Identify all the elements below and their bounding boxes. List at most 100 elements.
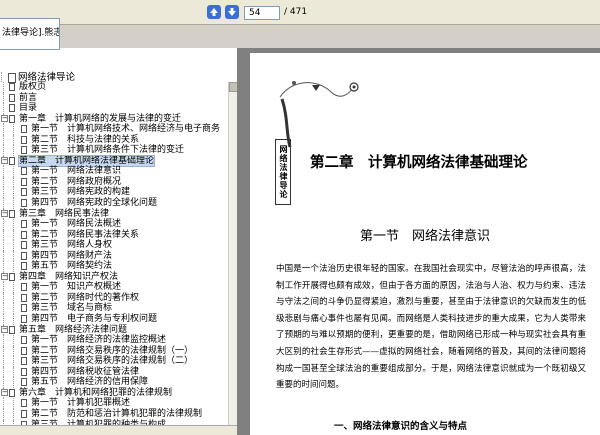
tree-section-item[interactable]: 第五节 网络经济的信用保障 [0, 377, 228, 388]
bookmark-icon [21, 251, 27, 260]
tree-line-icon [3, 261, 5, 272]
scroll-thumb[interactable] [229, 82, 237, 92]
bookmark-icon [21, 357, 27, 366]
collapse-toggle-icon[interactable]: − [1, 388, 8, 396]
tree-item-label: 第一节 网络经济的法律监控概述 [31, 335, 167, 346]
bookmark-icon [9, 114, 15, 123]
tree-section-item[interactable]: 第四节 网络税收征管法律 [0, 366, 228, 378]
tree-section-item[interactable]: 第一节 网络法律意识 [0, 166, 228, 177]
bookmark-icon [9, 209, 15, 218]
collapse-toggle-icon[interactable]: − [1, 272, 8, 280]
tree-section-item[interactable]: 第一节 网络民法概述 [0, 219, 228, 230]
tree-line-icon [13, 282, 15, 293]
tree-section-item[interactable]: 第五节 网络契约法 [0, 261, 228, 272]
tree-section-item[interactable]: 第二节 防范和惩治计算机犯罪的法律规制 [0, 408, 228, 420]
tree-line-icon [3, 124, 5, 135]
collapse-toggle-icon[interactable]: − [1, 325, 8, 333]
horizontal-scrollbar[interactable] [0, 425, 237, 435]
bookmark-icon [21, 230, 27, 239]
tree-section-item[interactable]: 第一节 网络经济的法律监控概述 [0, 335, 228, 346]
next-page-button[interactable] [225, 5, 239, 19]
bookmark-icon [21, 146, 27, 155]
bookmark-icon [21, 346, 27, 355]
tree-line-icon [3, 398, 5, 409]
tree-item-label: 第五章 网络经济法律问题 [19, 324, 128, 335]
document-viewer: 网络法律导论 第二章 计算机网络法律基础理论 第一节 网络法律意识 中国是一个法… [238, 48, 600, 435]
tree-item-label: 第一节 计算机网络技术、网络经济与电子商务 [31, 124, 221, 135]
tree-section-item[interactable]: 第二节 网络政府概况 [0, 176, 228, 188]
tree-section-item[interactable]: 第四节 电子商务与专利权问题 [0, 314, 228, 325]
tree-line-icon [3, 250, 5, 262]
tree-section-item[interactable]: 第一节 计算机网络技术、网络经济与电子商务 [0, 124, 228, 135]
tree-item-label: 第五节 网络契约法 [31, 261, 113, 272]
bookmark-icon [21, 125, 27, 134]
tree-section-item[interactable]: 第二节 网络时代的著作权 [0, 292, 228, 304]
tree-line-icon [3, 282, 5, 293]
tree-line-icon [3, 292, 5, 304]
bookmark-tree: 版权页 前言 目录 − 第一章 计算机网络的发展与法律的变迁 第一节 计算机网络技术、网络… [0, 82, 228, 431]
tree-chapter-item[interactable]: 目录 [0, 103, 228, 114]
tree-item-label: 第三节 网络交易秩序的法律规制（二） [31, 356, 194, 367]
tree-line-icon [3, 187, 5, 199]
tree-chapter-item[interactable]: − 第一章 计算机网络的发展与法律的变迁 [0, 113, 228, 125]
tree-chapter-item[interactable]: 前言 [0, 92, 228, 104]
tree-item-label: 第二节 网络民事法律关系 [31, 229, 140, 240]
arrow-down-icon [228, 8, 236, 16]
tree-section-item[interactable]: 第四节 网络宪政的全球化问题 [0, 198, 228, 209]
tree-item-label: 目录 [19, 103, 38, 114]
tree-item-label: 第四节 网络宪政的全球化问题 [31, 198, 158, 209]
tree-line-icon [3, 303, 5, 315]
tree-chapter-item[interactable]: − 第四章 网络知识产权法 [0, 271, 228, 283]
tree-chapter-item[interactable]: − 第六章 计算机和网络犯罪的法律规制 [0, 387, 228, 399]
tree-section-item[interactable]: 第三节 网络宪政的构建 [0, 187, 228, 199]
bookmark-icon [21, 220, 27, 229]
document-page: 网络法律导论 第二章 计算机网络法律基础理论 第一节 网络法律意识 中国是一个法… [250, 53, 600, 435]
tree-chapter-item[interactable]: − 第二章 计算机网络法律基础理论 [0, 154, 228, 168]
bookmark-icon [21, 135, 27, 144]
tree-section-item[interactable]: 第四节 网络财产法 [0, 250, 228, 262]
tree-section-item[interactable]: 第二节 科技与法律的关系 [0, 134, 228, 146]
collapse-toggle-icon[interactable]: − [1, 114, 8, 122]
tree-line-icon [3, 377, 5, 388]
tree-line-icon [3, 176, 5, 188]
tree-item-label: 第三章 网络民事法律 [19, 208, 110, 219]
tree-section-item[interactable]: 第三节 网络交易秩序的法律规制（二） [0, 356, 228, 367]
tree-item-label: 第二节 网络交易秩序的法律规制（一） [31, 345, 194, 356]
tree-line-icon [13, 176, 15, 188]
tree-line-icon [3, 219, 5, 230]
collapse-toggle-icon[interactable]: − [1, 209, 8, 217]
bookmark-icon [21, 262, 27, 271]
tree-line-icon [13, 303, 15, 315]
tree-section-item[interactable]: 第三节 域名与商标 [0, 303, 228, 315]
tree-line-icon [13, 366, 15, 378]
tree-section-item[interactable]: 第二节 网络民事法律关系 [0, 229, 228, 241]
tree-item-label: 第二节 科技与法律的关系 [31, 134, 140, 145]
tree-line-icon [13, 145, 15, 156]
collapse-toggle-icon[interactable]: − [1, 156, 8, 164]
tree-item-label: 第二节 网络时代的著作权 [31, 292, 140, 303]
section-title: 第一节 网络法律意识 [360, 229, 491, 244]
tree-section-item[interactable]: 第二节 网络交易秩序的法律规制（一） [0, 345, 228, 357]
tree-chapter-item[interactable]: − 第五章 网络经济法律问题 [0, 324, 228, 336]
page-number-input[interactable]: 54 [244, 6, 280, 20]
vertical-scrollbar[interactable] [228, 82, 237, 426]
tree-chapter-item[interactable]: − 第三章 网络民事法律 [0, 208, 228, 220]
tree-section-item[interactable]: 第三节 计算机网络条件下法律的变迁 [0, 145, 228, 156]
tree-line-icon [3, 92, 5, 104]
tree-item-label: 第四节 网络财产法 [31, 250, 113, 261]
tree-line-icon [13, 292, 15, 304]
tree-chapter-item[interactable]: 版权页 [0, 82, 228, 93]
arrow-up-icon [210, 8, 218, 16]
subheading: 一、网络法律意识的含义与特点 [334, 421, 468, 432]
tree-item-label: 第二节 网络政府概况 [31, 176, 122, 187]
bookmark-icon [21, 188, 27, 197]
document-tab[interactable]: 法律导论].熊志海.文... [0, 18, 60, 50]
tree-section-item[interactable]: 第一节 知识产权概述 [0, 282, 228, 293]
bookmark-icon [8, 72, 16, 83]
tree-section-item[interactable]: 第三节 网络人身权 [0, 240, 228, 251]
previous-page-button[interactable] [207, 5, 221, 19]
bookmark-icon [21, 399, 27, 408]
bookmark-icon [9, 156, 15, 165]
tree-section-item[interactable]: 第一节 计算机犯罪概述 [0, 398, 228, 409]
tree-line-icon [3, 229, 5, 241]
